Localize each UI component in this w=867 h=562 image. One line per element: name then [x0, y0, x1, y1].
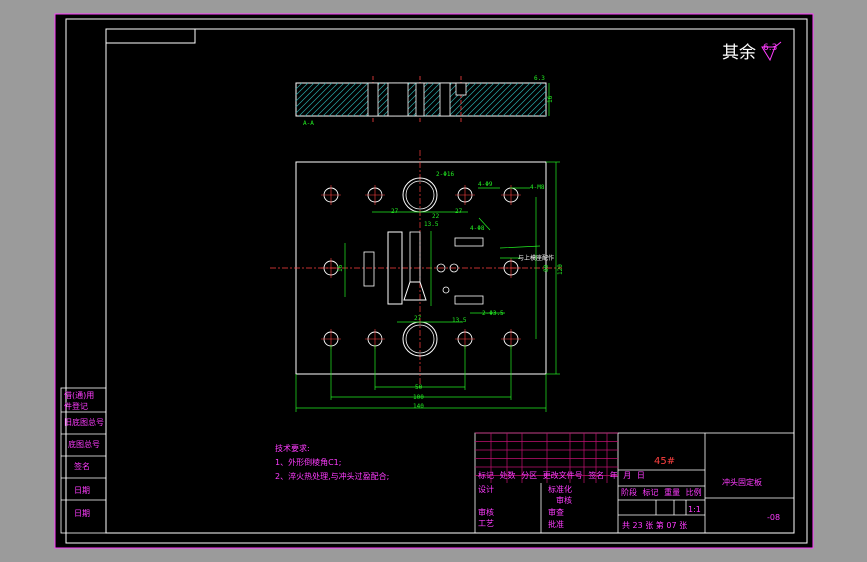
dim-22: 22 [432, 213, 440, 220]
design-label: 设计 [478, 484, 494, 494]
section-label: A-A [303, 120, 314, 127]
drawing-number: -08 [767, 513, 780, 522]
cad-viewport: 其余 6.3 16 6.3 A-A 50 100 140 120 80 27 2… [0, 0, 867, 562]
scale-value: 1:1 [688, 505, 701, 514]
dim-27a: 27 [391, 208, 399, 215]
material-label: 45# [654, 456, 675, 467]
hole-note: 与上模座配作 [518, 254, 554, 262]
dim-120: 120 [557, 264, 564, 275]
tech-req-title: 技术要求: [275, 443, 310, 453]
review-label-mid: 审核 [556, 495, 572, 505]
roughness-note: 其余 [722, 43, 756, 63]
outer-border [54, 13, 814, 549]
tech-req-line1: 1、外形倒棱角C1; [275, 457, 341, 467]
dim-27b: 27 [455, 208, 463, 215]
section-roughness: 6.3 [534, 75, 545, 82]
dim-13-5: 13.5 [424, 221, 439, 228]
hole-callout-3: 4-M8 [530, 184, 545, 191]
part-name: 冲头固定板 [722, 477, 762, 487]
process-label: 工艺 [478, 519, 494, 528]
dim-bottom-27: 27 [414, 315, 422, 322]
hole-callout-5: 2-Φ3.5 [482, 310, 504, 317]
side-label-2: 旧底图总号 [64, 417, 104, 427]
dim-50: 50 [415, 384, 423, 391]
dim-16: 16 [337, 264, 344, 272]
dim-13-5b: 13.5 [452, 317, 467, 324]
side-label-1: 件登记 [64, 401, 88, 411]
dim-140: 140 [413, 403, 424, 410]
dim-100: 100 [413, 394, 424, 401]
standardization-label: 标准化 [548, 484, 572, 494]
approve-label: 批准 [548, 519, 564, 529]
thickness-dim: 16 [547, 95, 554, 103]
review-label: 审核 [478, 507, 494, 517]
audit-label: 审查 [548, 507, 564, 517]
hole-callout-1: 2-Φ16 [436, 171, 454, 178]
side-label-0: 借(通)用 [64, 390, 94, 400]
sheet-info: 共 23 张 第 07 张 [622, 520, 687, 530]
tech-req-line2: 2、淬火热处理,与冲头过盈配合; [275, 471, 389, 481]
revision-headers: 标记 处数 分区 更改文件号 签名 年 月 日 [478, 470, 645, 480]
side-label-4: 签名 [74, 461, 90, 471]
side-label-6: 日期 [74, 509, 90, 518]
side-label-5: 日期 [74, 486, 90, 495]
side-label-3: 底图总号 [68, 439, 100, 449]
drawing-canvas: 其余 6.3 16 6.3 A-A 50 100 140 120 80 27 2… [54, 13, 814, 549]
hole-callout-2: 4-Φ9 [478, 181, 493, 188]
hole-callout-4: 4-Φ8 [470, 225, 485, 232]
dim-80: 80 [543, 264, 550, 272]
